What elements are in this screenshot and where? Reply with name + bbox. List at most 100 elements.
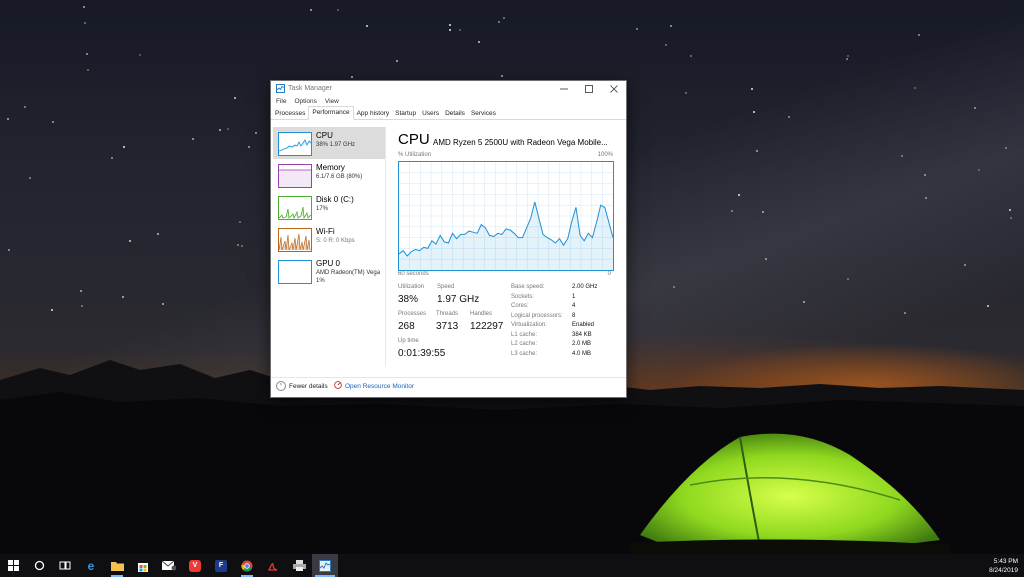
resource-monitor-icon [334,381,342,391]
resource-name: Disk 0 (C:) [316,195,354,204]
star-decoration [670,25,672,27]
resource-item-wifi[interactable]: Wi-Fi S: 0 R: 0 Kbps [273,223,385,255]
task-manager-taskbar-icon [319,559,331,572]
wifi-thumbnail-graph [278,228,312,252]
spec-value: 2.00 GHz [572,284,598,290]
graph-max-label: 100% [597,152,613,158]
resource-item-cpu[interactable]: CPU 38% 1.97 GHz [273,127,385,159]
uptime-value: 0:01:39:55 [398,348,446,359]
taskbar-task-manager[interactable] [312,554,338,577]
resource-list: CPU 38% 1.97 GHz Memory 6.1/7.6 GB (80%)… [273,127,386,367]
spec-label: L1 cache: [511,332,538,338]
taskbar-store[interactable] [130,554,156,577]
close-button[interactable] [601,81,626,96]
fewer-details-label: Fewer details [289,382,328,390]
task-view-button[interactable] [52,554,78,577]
folder-icon [110,562,124,571]
tab-users[interactable]: Users [419,108,442,119]
menu-options[interactable]: Options [294,98,316,105]
memory-thumbnail-graph [278,164,312,188]
menu-file[interactable]: File [276,98,286,105]
star-decoration [248,146,250,148]
star-decoration [987,305,989,307]
processes-label: Processes [398,311,427,317]
star-decoration [7,118,9,120]
acrobat-icon [267,562,278,571]
star-decoration [685,92,687,94]
performance-body: CPU 38% 1.97 GHz Memory 6.1/7.6 GB (80%)… [271,121,626,371]
star-decoration [351,76,353,78]
spec-label: L2 cache: [511,341,538,347]
tab-processes[interactable]: Processes [272,108,308,119]
star-decoration [139,54,141,56]
maximize-button[interactable] [576,81,601,96]
disk-thumbnail-graph [278,196,312,220]
system-clock[interactable]: 5:43 PM 8/24/2019 [989,557,1018,575]
tab-details[interactable]: Details [442,108,468,119]
processes-value: 268 [398,321,415,332]
tab-performance[interactable]: Performance [308,106,354,120]
star-decoration [310,9,312,11]
star-decoration [914,87,916,89]
fewer-details-button[interactable]: ⌃ Fewer details [276,381,328,391]
task-manager-icon [276,84,285,93]
star-decoration [8,249,10,251]
star-decoration [665,44,667,46]
task-manager-window[interactable]: Task Manager File Options View Processes… [270,80,627,398]
handles-label: Handles [470,311,493,317]
tab-startup[interactable]: Startup [392,108,419,119]
star-decoration [29,177,31,179]
taskbar-acrobat[interactable] [260,554,286,577]
star-decoration [765,258,767,260]
taskbar-printer[interactable] [286,554,312,577]
resource-item-memory[interactable]: Memory 6.1/7.6 GB (80%) [273,159,385,191]
spec-label: Sockets: [511,294,535,300]
star-decoration [501,75,503,77]
star-decoration [753,111,755,113]
resource-name: GPU 0 [316,259,341,268]
spec-label: Cores: [511,303,529,309]
star-decoration [901,155,903,157]
cpu-model-name: AMD Ryzen 5 2500U with Radeon Vega Mobil… [433,138,608,147]
star-decoration [756,150,758,152]
graph-label: % Utilization [398,152,432,158]
taskbar-mail[interactable] [156,554,182,577]
star-decoration [24,106,26,108]
task-view-icon [59,561,71,570]
spec-label: L3 cache: [511,351,538,357]
taskbar-edge[interactable]: e [78,554,104,577]
star-decoration [449,29,451,31]
tab-services[interactable]: Services [468,108,499,119]
taskbar-vivaldi[interactable]: V [182,554,208,577]
star-decoration [636,28,638,30]
star-decoration [788,116,790,118]
star-decoration [234,97,236,99]
star-decoration [751,88,753,90]
taskbar-flipboard[interactable]: F [208,554,234,577]
taskbar-file-explorer[interactable] [104,554,130,577]
spec-label: Virtualization: [511,322,547,328]
vivaldi-icon: V [189,559,201,572]
resource-item-disk[interactable]: Disk 0 (C:) 17% [273,191,385,223]
resource-name: Wi-Fi [316,227,335,236]
utilization-value: 38% [398,294,419,305]
spec-label: Logical processors: [511,313,563,319]
menu-view[interactable]: View [325,98,339,105]
maximize-icon [584,84,593,93]
tab-app-history[interactable]: App history [354,108,393,119]
spec-value: 1 [572,294,576,300]
cpu-utilization-chart [399,162,613,270]
star-decoration [449,24,451,26]
title-bar[interactable]: Task Manager [271,81,626,96]
minimize-button[interactable] [551,81,576,96]
start-button[interactable] [0,554,26,577]
close-icon [609,84,618,93]
resource-item-gpu[interactable]: GPU 0 AMD Radeon(TM) Vega 1% [273,255,385,287]
resource-name: Memory [316,163,345,172]
taskbar-chrome[interactable] [234,554,260,577]
search-button[interactable] [26,554,52,577]
star-decoration [478,41,480,43]
star-decoration [129,240,131,242]
open-resource-monitor-link[interactable]: Open Resource Monitor [334,381,414,391]
star-decoration [80,290,82,292]
